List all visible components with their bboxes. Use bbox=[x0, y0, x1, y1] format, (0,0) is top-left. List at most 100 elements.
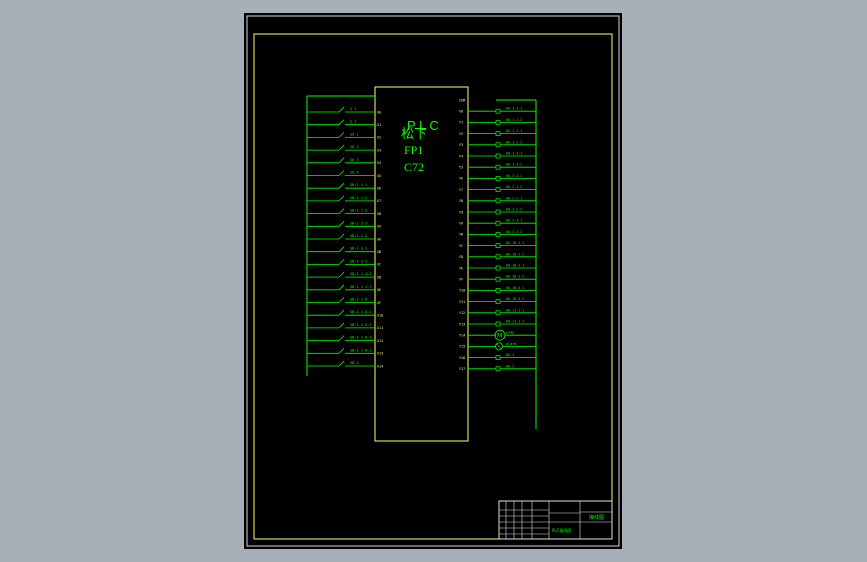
input-terminal: XE bbox=[377, 288, 381, 292]
output-rung: KA-1-1-1 Y0 bbox=[459, 107, 536, 114]
input-label: SB-1-1-6-1 bbox=[350, 336, 372, 340]
output-terminal: Y9 bbox=[459, 210, 463, 214]
input-label: SB-1-1-1 bbox=[350, 183, 367, 187]
relay-coil-icon bbox=[495, 254, 501, 260]
relay-coil-icon bbox=[495, 355, 501, 360]
output-label: KA-10-2-1 bbox=[506, 264, 524, 268]
input-rung: SQ 3 X4 bbox=[307, 157, 381, 165]
input-label: SB-1-1-3 bbox=[350, 209, 367, 213]
output-rung: KA-11-1-1 Y12 bbox=[459, 308, 536, 316]
input-terminal: X5 bbox=[377, 174, 381, 178]
output-label: KA-10-3-2 bbox=[506, 297, 524, 301]
output-rung: KA-2-2-2 Y9 bbox=[459, 208, 536, 215]
output-terminal: YA bbox=[459, 222, 463, 226]
input-terminal: X1 bbox=[377, 123, 381, 127]
output-label: KA-1-2-2 bbox=[506, 140, 522, 144]
relay-coil-icon bbox=[495, 299, 501, 304]
output-rung: KA-2-3-2 YB bbox=[459, 230, 536, 237]
output-label: KA-1-3-1 bbox=[506, 152, 522, 156]
input-terminal: X12 bbox=[377, 339, 383, 343]
output-terminal: Y11 bbox=[459, 300, 465, 304]
output-terminal: Y14 bbox=[459, 334, 465, 338]
output-rung: KA-1 Y16 bbox=[459, 353, 536, 360]
switch-contact-icon bbox=[338, 195, 345, 202]
output-rung: KA-10-1-1 YC bbox=[459, 241, 536, 248]
output-label: KA-1-1-1 bbox=[506, 107, 522, 111]
input-rung: SB-1-2-2 XA bbox=[307, 233, 381, 241]
output-label: pump bbox=[506, 331, 514, 335]
cad-viewport[interactable]: P L C 松下 FP1 C72 S 1 X0 S 2 X1 SQ 1 X2 SQ 2 X3 S… bbox=[0, 0, 867, 562]
input-terminal: X6 bbox=[377, 187, 381, 191]
relay-coil-icon bbox=[495, 232, 501, 237]
input-label: SB-1-1-4 bbox=[350, 298, 367, 302]
input-label: SB-1-3-1 bbox=[350, 247, 367, 251]
input-terminal: X13 bbox=[377, 352, 383, 356]
input-terminal: X10 bbox=[377, 314, 383, 318]
switch-contact-icon bbox=[338, 322, 345, 329]
input-rung: SB-5 X14 bbox=[307, 360, 383, 368]
relay-coil-icon bbox=[495, 120, 501, 125]
input-rung: S 1 X0 bbox=[307, 106, 381, 114]
relay-coil-icon bbox=[495, 265, 501, 271]
output-rung: KA-1-2-2 Y3 bbox=[459, 140, 536, 148]
input-rung: SB-1-1-5-2 X11 bbox=[307, 322, 383, 330]
output-terminal: Y1 bbox=[459, 121, 463, 125]
input-label: SQ 1 bbox=[350, 132, 359, 136]
drawing-sheet: P L C 松下 FP1 C72 S 1 X0 S 2 X1 SQ 1 X2 SQ 2 X3 S… bbox=[244, 13, 622, 549]
motor-letter: M bbox=[497, 333, 502, 340]
switch-contact-icon bbox=[338, 170, 345, 176]
input-terminal: X14 bbox=[377, 364, 383, 368]
output-rung: KA-2-1-1 Y6 bbox=[459, 174, 536, 181]
input-rung: SQ 4 X5 bbox=[307, 170, 381, 178]
output-terminal: Y0 bbox=[459, 110, 463, 114]
output-label: KA-10-2-2 bbox=[506, 275, 524, 279]
switch-contact-icon bbox=[338, 119, 345, 125]
relay-coil-icon bbox=[495, 220, 501, 226]
output-terminal: Y16 bbox=[459, 356, 465, 360]
output-label: KA-11-1-2 bbox=[506, 320, 524, 324]
plc-model-line1: FP1 bbox=[404, 143, 423, 157]
output-terminal: Y8 bbox=[459, 199, 463, 203]
title-drawing-name: 接线图 bbox=[589, 514, 604, 521]
output-rung: KA-2-3-1 YA bbox=[459, 219, 536, 226]
relay-coil-icon bbox=[495, 164, 501, 170]
output-terminal: Y3 bbox=[459, 143, 463, 147]
output-terminal: YB bbox=[459, 233, 463, 237]
relay-coil-icon bbox=[495, 321, 501, 327]
input-label: SB-1-1-1-3 bbox=[350, 285, 372, 289]
output-terminal: YC bbox=[459, 244, 463, 248]
title-sub: PLC接线图 bbox=[552, 527, 571, 533]
switch-contact-icon bbox=[338, 348, 345, 354]
switch-contact-icon bbox=[338, 132, 345, 138]
relay-coil-icon bbox=[495, 131, 501, 136]
input-terminal: X8 bbox=[377, 212, 381, 216]
input-label: S 1 bbox=[350, 107, 357, 111]
input-rung: SB-1-1-4 XF bbox=[307, 297, 381, 305]
relay-coil-icon bbox=[495, 310, 501, 316]
output-terminal: Y2 bbox=[459, 132, 463, 136]
relay-coil-icon bbox=[495, 108, 501, 114]
input-label: SQ 4 bbox=[350, 171, 359, 175]
switch-contact-icon bbox=[338, 309, 345, 316]
input-label: SB-1-1-6-2 bbox=[350, 348, 372, 352]
input-terminal: X4 bbox=[377, 161, 381, 165]
output-label: KA-2-2-2 bbox=[506, 208, 522, 212]
input-rungs: S 1 X0 S 2 X1 SQ 1 X2 SQ 2 X3 SQ 3 X4 SQ 4 X5 SB-1-1… bbox=[307, 106, 383, 368]
input-terminal: X7 bbox=[377, 199, 381, 203]
input-label: SB-1-3-2 bbox=[350, 259, 367, 263]
inner-frame bbox=[253, 33, 613, 540]
input-terminal: X0 bbox=[377, 110, 381, 114]
output-rung: KA-10-2-1 YE bbox=[459, 264, 536, 271]
input-rung: SB-1-3-1 XB bbox=[307, 246, 381, 254]
output-label: KA-10-1-2 bbox=[506, 252, 524, 256]
output-label: KA-1 bbox=[506, 353, 514, 357]
output-label: alarm bbox=[506, 342, 516, 346]
output-label: KA-1-1-2 bbox=[506, 118, 522, 122]
output-rung: KA-2-1-2 Y7 bbox=[459, 185, 536, 192]
output-label: KA-10-3-1 bbox=[506, 286, 524, 290]
input-rung: SQ 1 X2 bbox=[307, 132, 381, 140]
input-terminal: X3 bbox=[377, 148, 381, 152]
input-rung: SB-1-3-2 XC bbox=[307, 259, 381, 267]
output-label: KA-2-1-1 bbox=[506, 174, 522, 178]
input-terminal: X11 bbox=[377, 326, 383, 330]
